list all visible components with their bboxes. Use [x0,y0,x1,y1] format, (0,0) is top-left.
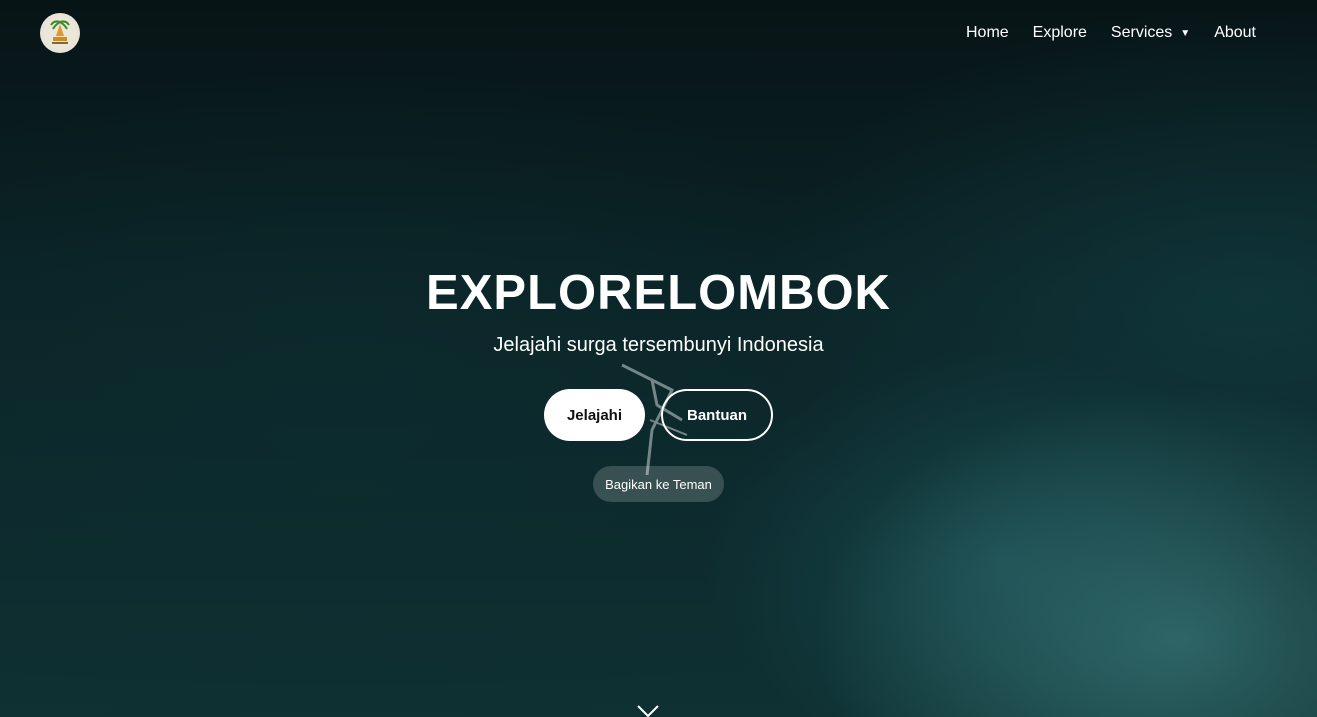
nav-home-label: Home [965,24,1009,41]
nav-links: Home Explore Services ▼ About [966,24,1256,42]
nav-explore-link[interactable]: Explore [1033,24,1087,42]
share-button[interactable]: Bagikan ke Teman [593,466,724,502]
nav-services-label: Services [1110,24,1173,41]
explore-button[interactable]: Jelajahi [544,389,645,441]
hero-title: EXPLORELOMBOK [426,266,891,320]
caret-down-icon: ▼ [1180,27,1191,39]
hero-section: EXPLORELOMBOK Jelajahi surga tersembunyi… [0,264,1317,502]
hero-buttons: Jelajahi Bantuan [544,389,773,441]
nav-about-link[interactable]: About [1214,24,1256,42]
navbar: Home Explore Services ▼ About [0,0,1317,66]
nav-services-dropdown[interactable]: Services ▼ [1111,24,1190,42]
hero-subtitle: Jelajahi surga tersembunyi Indonesia [493,334,824,356]
site-logo[interactable] [40,13,80,53]
nav-about-label: About [1214,24,1256,41]
chevron-down-icon[interactable] [636,704,660,717]
nav-explore-label: Explore [1032,24,1087,41]
nav-home-link[interactable]: Home [966,24,1009,42]
help-button[interactable]: Bantuan [661,389,773,441]
palm-tree-logo-icon [44,17,76,49]
